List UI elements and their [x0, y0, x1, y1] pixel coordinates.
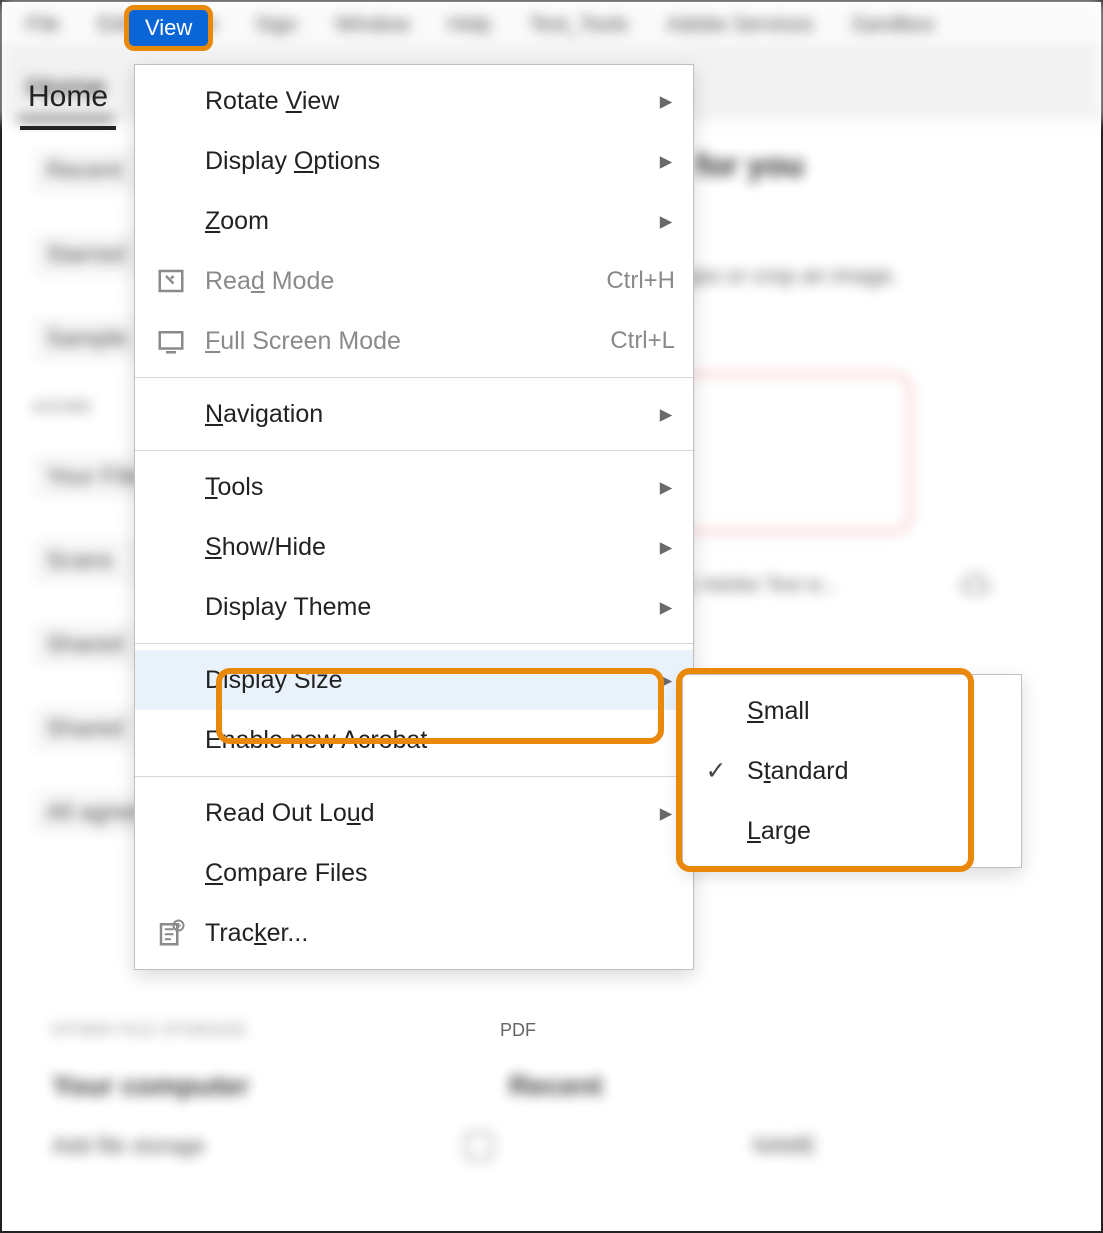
menu-label: Show/Hide: [205, 533, 643, 562]
menu-item-show-hide[interactable]: Show/Hide ▸: [135, 517, 693, 577]
menu-sign: Sign: [245, 10, 307, 40]
card-2: [662, 373, 912, 533]
menu-label: Read Mode: [205, 267, 592, 296]
menu-item-read-mode[interactable]: Read Mode Ctrl+H: [135, 251, 693, 311]
menu-item-enable-new-acrobat[interactable]: Enable new Acrobat: [135, 710, 693, 770]
read-mode-icon: [151, 266, 191, 296]
menu-label: Display Theme: [205, 593, 643, 622]
menu-label: Zoom: [205, 207, 643, 236]
menu-item-tools[interactable]: Tools ▸: [135, 457, 693, 517]
submenu-item-small[interactable]: Small: [683, 681, 1021, 741]
menu-shortcut: Ctrl+L: [610, 327, 675, 355]
menu-item-full-screen[interactable]: Full Screen Mode Ctrl+L: [135, 311, 693, 371]
submenu-arrow-icon: ▸: [657, 798, 675, 828]
your-computer: Your computer: [52, 1070, 249, 1102]
display-size-submenu: Small ✓ Standard Large: [682, 674, 1022, 868]
menu-item-tracker[interactable]: Tracker...: [135, 903, 693, 963]
submenu-arrow-icon: ▸: [657, 206, 675, 236]
check-icon: ✓: [699, 756, 733, 786]
menu-adobe-services: Adobe Services: [656, 10, 823, 40]
menu-window: Window: [325, 10, 420, 40]
menu-shortcut: Ctrl+H: [606, 267, 675, 295]
submenu-label: Small: [747, 697, 810, 726]
submenu-arrow-icon: ▸: [657, 532, 675, 562]
menu-item-navigation[interactable]: Navigation ▸: [135, 384, 693, 444]
menu-test-tools: Test_Tools: [519, 10, 638, 40]
menu-label: Read Out Loud: [205, 799, 643, 828]
menu-label: Full Screen Mode: [205, 327, 596, 356]
menu-label: Navigation: [205, 400, 643, 429]
menu-separator: [135, 776, 693, 777]
menu-item-display-size[interactable]: Display Size ▸: [135, 650, 693, 710]
menu-separator: [135, 643, 693, 644]
menu-label: Rotate View: [205, 87, 643, 116]
view-dropdown-menu: Rotate View ▸ Display Options ▸ Zoom ▸ R…: [134, 64, 694, 970]
file-1-name: 1 Adobe Test w...: [686, 574, 837, 597]
menu-separator: [135, 450, 693, 451]
file-type-pdf: PDF: [500, 1020, 536, 1041]
tracker-icon: [151, 918, 191, 948]
submenu-arrow-icon: ▸: [657, 399, 675, 429]
cloud-icon-2: [957, 571, 991, 599]
submenu-arrow-icon: ▸: [657, 146, 675, 176]
menu-help: Help: [438, 10, 501, 40]
submenu-arrow-icon: ▸: [657, 86, 675, 116]
recent-heading: Recent: [509, 1070, 602, 1102]
checkbox-icon: [465, 1132, 493, 1160]
menu-label: Tools: [205, 473, 643, 502]
menu-file: File: [16, 10, 70, 40]
menu-item-read-out-loud[interactable]: Read Out Loud ▸: [135, 783, 693, 843]
full-screen-icon: [151, 326, 191, 356]
submenu-arrow-icon: ▸: [657, 472, 675, 502]
menu-view-active[interactable]: View: [124, 5, 213, 51]
submenu-item-standard[interactable]: ✓ Standard: [683, 741, 1021, 801]
menu-item-zoom[interactable]: Zoom ▸: [135, 191, 693, 251]
submenu-item-large[interactable]: Large: [683, 801, 1021, 861]
add-file-storage: Add file storage: [52, 1133, 205, 1159]
tab-home[interactable]: Home: [20, 68, 116, 130]
menu-sandbox: Sandbox: [841, 10, 944, 40]
menu-item-compare-files[interactable]: Compare Files: [135, 843, 693, 903]
menu-label: Tracker...: [205, 919, 675, 948]
menu-label: Display Options: [205, 147, 643, 176]
submenu-label: Large: [747, 817, 811, 846]
submenu-arrow-icon: ▸: [657, 592, 675, 622]
menu-label: Enable new Acrobat: [205, 726, 675, 755]
menu-item-display-theme[interactable]: Display Theme ▸: [135, 577, 693, 637]
menu-label: Display Size: [205, 666, 643, 695]
name-column: NAME: [753, 1133, 817, 1159]
menu-label: Compare Files: [205, 859, 675, 888]
submenu-label: Standard: [747, 757, 849, 786]
menu-separator: [135, 377, 693, 378]
menu-item-display-options[interactable]: Display Options ▸: [135, 131, 693, 191]
submenu-arrow-icon: ▸: [657, 665, 675, 695]
menu-item-rotate-view[interactable]: Rotate View ▸: [135, 71, 693, 131]
